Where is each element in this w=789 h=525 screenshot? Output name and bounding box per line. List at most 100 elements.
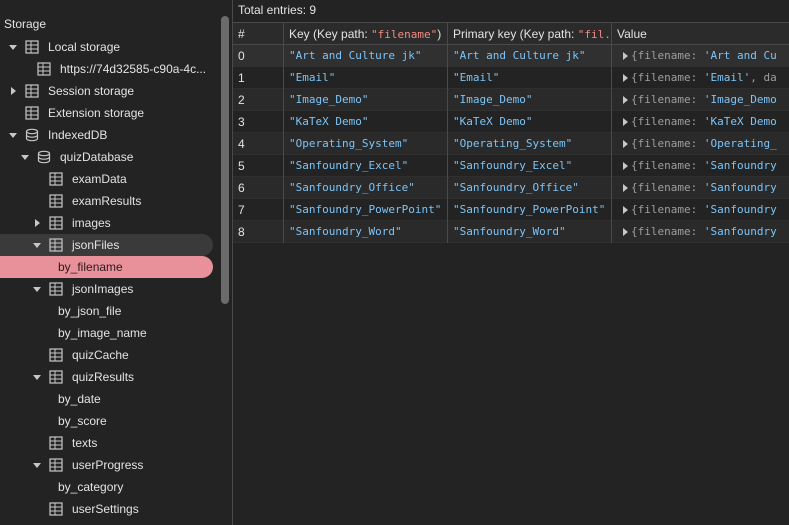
value-string: 'Sanfoundry	[703, 203, 777, 216]
tree-item-label: by_filename	[58, 260, 123, 274]
tree-item-label: by_image_name	[58, 326, 147, 340]
row-primary-key: "Operating_System"	[448, 133, 612, 155]
tree-item-jsonfiles[interactable]: jsonFiles	[0, 234, 213, 256]
column-header-index[interactable]: #	[233, 23, 284, 45]
chevron-down-icon[interactable]	[32, 284, 42, 294]
expand-triangle-icon[interactable]	[623, 184, 628, 192]
tree-item-label: examData	[72, 172, 127, 186]
value-prefix: {filename:	[631, 115, 704, 128]
column-header-key-path: "filename"	[371, 28, 438, 41]
row-key: "Sanfoundry_PowerPoint"	[284, 199, 448, 221]
column-header-primary-path: "fil...	[577, 28, 611, 41]
value-prefix: {filename:	[631, 71, 704, 84]
expand-triangle-icon[interactable]	[623, 162, 628, 170]
row-value[interactable]: {filename: 'Sanfoundry	[612, 199, 789, 221]
table-icon	[49, 436, 63, 450]
row-primary-key: "Art and Culture jk"	[448, 45, 612, 67]
value-string: 'KaTeX Demo	[703, 115, 777, 128]
table-row[interactable]: 4 "Operating_System" "Operating_System" …	[233, 133, 789, 155]
tree-item-label: Local storage	[48, 40, 121, 54]
tree-item-label: by_json_file	[58, 304, 122, 318]
expand-triangle-icon[interactable]	[623, 140, 628, 148]
row-value[interactable]: {filename: 'KaTeX Demo	[612, 111, 789, 133]
expand-triangle-icon[interactable]	[623, 96, 628, 104]
table-row[interactable]: 1 "Email" "Email" {filename: 'Email', da	[233, 67, 789, 89]
row-key: "Sanfoundry_Word"	[284, 221, 448, 243]
row-value[interactable]: {filename: 'Image_Demo	[612, 89, 789, 111]
table-row[interactable]: 3 "KaTeX Demo" "KaTeX Demo" {filename: '…	[233, 111, 789, 133]
row-key: "Sanfoundry_Office"	[284, 177, 448, 199]
value-string: 'Operating_	[703, 137, 777, 150]
value-string: 'Sanfoundry	[703, 159, 777, 172]
row-key: "Image_Demo"	[284, 89, 448, 111]
column-header-value[interactable]: Value	[612, 23, 789, 45]
tree-item-label: IndexedDB	[48, 128, 108, 142]
total-entries: Total entries: 9	[238, 3, 317, 17]
row-index: 5	[233, 155, 284, 177]
table-icon	[49, 502, 63, 516]
tree-item-by-filename[interactable]: by_filename	[0, 256, 213, 278]
tree-item-label: jsonImages	[72, 282, 134, 296]
row-value[interactable]: {filename: 'Sanfoundry	[612, 155, 789, 177]
row-primary-key: "KaTeX Demo"	[448, 111, 612, 133]
value-prefix: {filename:	[631, 181, 704, 194]
chevron-right-icon[interactable]	[32, 218, 42, 228]
chevron-down-icon[interactable]	[20, 152, 30, 162]
chevron-down-icon[interactable]	[32, 460, 42, 470]
expand-triangle-icon[interactable]	[623, 74, 628, 82]
column-header-key-suffix: )	[437, 27, 442, 41]
table-icon	[49, 172, 63, 186]
row-value[interactable]: {filename: 'Sanfoundry	[612, 221, 789, 243]
row-key: "Operating_System"	[284, 133, 448, 155]
sidebar-scrollbar[interactable]	[218, 0, 232, 525]
expand-triangle-icon[interactable]	[623, 52, 628, 60]
expand-triangle-icon[interactable]	[623, 228, 628, 236]
table-row[interactable]: 0 "Art and Culture jk" "Art and Culture …	[233, 45, 789, 67]
row-primary-key: "Sanfoundry_Word"	[448, 221, 612, 243]
table-icon	[25, 40, 39, 54]
table-row[interactable]: 6 "Sanfoundry_Office" "Sanfoundry_Office…	[233, 177, 789, 199]
table-icon	[49, 238, 63, 252]
table-icon	[25, 106, 39, 120]
row-value[interactable]: {filename: 'Sanfoundry	[612, 177, 789, 199]
value-prefix: {filename:	[631, 225, 704, 238]
tree-item-label: texts	[72, 436, 98, 450]
tree-item-label: by_score	[58, 414, 107, 428]
table-icon	[49, 370, 63, 384]
table-row[interactable]: 5 "Sanfoundry_Excel" "Sanfoundry_Excel" …	[233, 155, 789, 177]
table-row[interactable]: 2 "Image_Demo" "Image_Demo" {filename: '…	[233, 89, 789, 111]
value-prefix: {filename:	[631, 93, 704, 106]
column-header-primary-key[interactable]: Primary key (Key path: "fil...	[448, 23, 612, 45]
expand-triangle-icon[interactable]	[623, 118, 628, 126]
table-icon	[49, 216, 63, 230]
data-panel: Total entries: 9 # Key (Key path: "filen…	[233, 0, 789, 525]
row-value[interactable]: {filename: 'Email', da	[612, 67, 789, 89]
tree-item-label: userProgress	[72, 458, 144, 472]
scrollbar-thumb[interactable]	[221, 16, 229, 304]
chevron-down-icon[interactable]	[8, 42, 18, 52]
table-row[interactable]: 8 "Sanfoundry_Word" "Sanfoundry_Word" {f…	[233, 221, 789, 243]
tree-item-label: https://74d32585-c90a-4c...	[60, 62, 207, 76]
column-header-key[interactable]: Key (Key path: "filename")	[284, 23, 448, 45]
table-row[interactable]: 7 "Sanfoundry_PowerPoint" "Sanfoundry_Po…	[233, 199, 789, 221]
row-value[interactable]: {filename: 'Art and Cu	[612, 45, 789, 67]
tree-item-label: Session storage	[48, 84, 135, 98]
value-prefix: {filename:	[631, 49, 704, 62]
value-string: 'Email'	[703, 71, 751, 84]
expand-triangle-icon[interactable]	[623, 206, 628, 214]
tree-item-label: quizDatabase	[60, 150, 134, 164]
row-value[interactable]: {filename: 'Operating_	[612, 133, 789, 155]
row-primary-key: "Sanfoundry_PowerPoint"	[448, 199, 612, 221]
column-header-primary-prefix: Primary key (Key path:	[453, 27, 578, 41]
row-key: "Sanfoundry_Excel"	[284, 155, 448, 177]
row-index: 7	[233, 199, 284, 221]
tree-item-label: jsonFiles	[72, 238, 120, 252]
chevron-down-icon[interactable]	[32, 372, 42, 382]
tree-item-label: by_category	[58, 480, 124, 494]
chevron-down-icon[interactable]	[32, 240, 42, 250]
chevron-down-icon[interactable]	[8, 130, 18, 140]
chevron-right-icon[interactable]	[8, 86, 18, 96]
value-string: 'Sanfoundry	[703, 225, 777, 238]
tree-item-label: quizCache	[72, 348, 129, 362]
value-string: 'Image_Demo	[703, 93, 777, 106]
